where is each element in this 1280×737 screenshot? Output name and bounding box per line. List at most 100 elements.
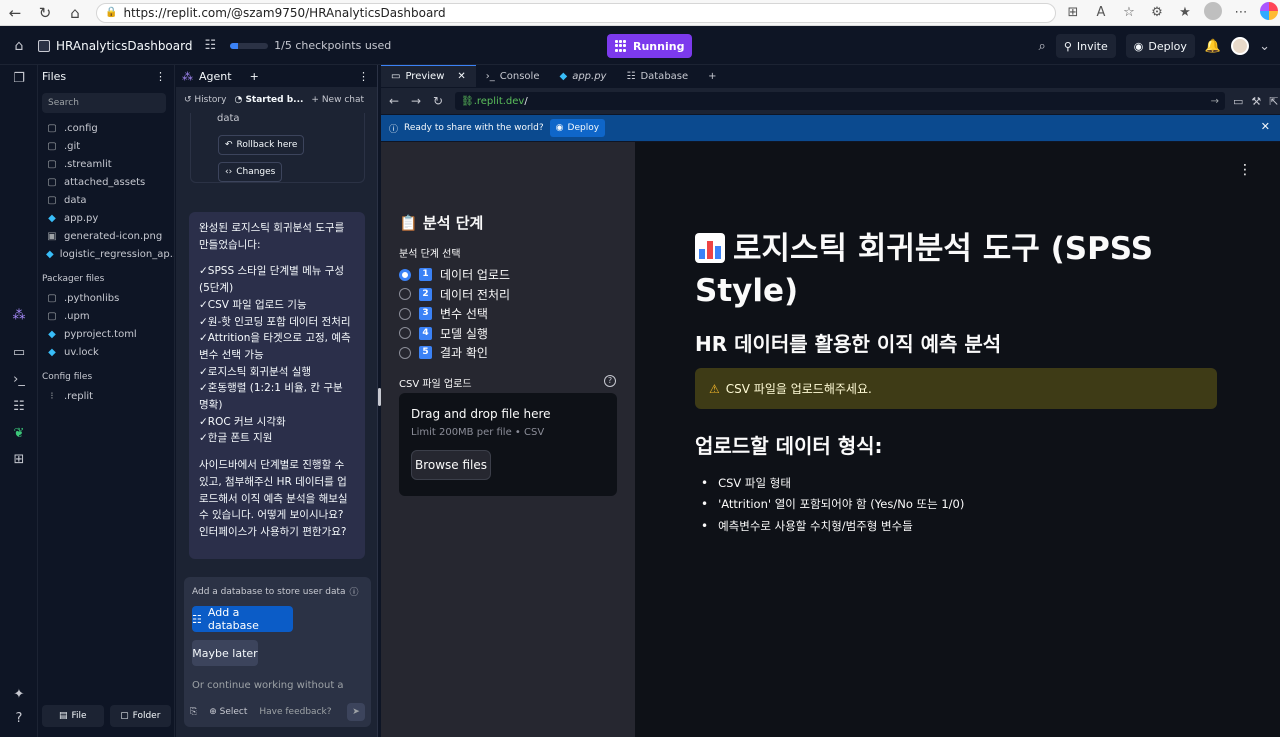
close-icon[interactable]: ✕	[1261, 120, 1270, 133]
rollback-button[interactable]: ↶ Rollback here	[218, 135, 305, 155]
file-tree-item[interactable]: ▣ generated-icon.png	[38, 227, 174, 245]
dropzone-title: Drag and drop file here	[411, 407, 551, 421]
tab-database[interactable]: ☷ Database	[616, 65, 698, 87]
file-tree-item[interactable]: ▢ .upm	[38, 307, 174, 325]
add-database-label: Add a database	[207, 606, 259, 632]
file-tree-item[interactable]: ◆ logistic_regression_ap...	[38, 245, 174, 263]
files-icon[interactable]: ❐	[0, 71, 38, 86]
refresh-icon[interactable]: ↻	[30, 0, 60, 26]
copilot-icon[interactable]	[1258, 1, 1280, 24]
devices-icon[interactable]: ▭	[1233, 95, 1243, 108]
devtools-icon[interactable]: ⚒	[1251, 95, 1261, 108]
sparkle-icon[interactable]: ✦	[0, 687, 38, 702]
step-radio-option[interactable]: 3 변수 선택	[399, 305, 488, 322]
add-tab-icon[interactable]: +	[250, 70, 259, 83]
favorites-bar-icon[interactable]: ★	[1174, 5, 1196, 20]
close-icon[interactable]: ✕	[457, 71, 465, 82]
project-title[interactable]: HRAnalyticsDashboard	[38, 39, 192, 53]
file-tree-item[interactable]: ▢ .git	[38, 137, 174, 155]
invite-button[interactable]: ⚲ Invite	[1055, 34, 1116, 58]
help-icon[interactable]: ?	[0, 711, 38, 726]
step-radio-option[interactable]: 1 데이터 업로드	[399, 266, 510, 283]
help-icon[interactable]: ?	[604, 375, 616, 387]
file-tree-item[interactable]: ▢ .config	[38, 119, 174, 137]
favorite-icon[interactable]: ☆	[1118, 5, 1140, 20]
refresh-icon[interactable]: ↻	[427, 94, 449, 108]
code-icon: ‹›	[225, 167, 233, 177]
message-checklist-item: ✓원-핫 인코딩 포함 데이터 전처리	[199, 315, 351, 328]
new-chat-button[interactable]: + New chat	[311, 95, 364, 105]
current-chat-tab[interactable]: ◔ Started b...	[234, 95, 303, 105]
file-tree-item[interactable]: ▢ attached_assets	[38, 173, 174, 191]
home-icon[interactable]: ⌂	[60, 0, 90, 26]
home-icon[interactable]: ⌂	[0, 38, 38, 54]
console-icon[interactable]: ›_	[0, 372, 38, 387]
running-button[interactable]: Running	[607, 34, 693, 58]
file-tree-item[interactable]: ◆ pyproject.toml	[38, 325, 174, 343]
more-icon[interactable]: ⋮	[358, 70, 369, 83]
files-search-input[interactable]: Search	[42, 93, 166, 113]
agent-icon[interactable]: ⁂	[0, 308, 38, 323]
forward-icon[interactable]: →	[405, 94, 427, 108]
folder-icon: ▢	[47, 176, 57, 188]
back-icon[interactable]: ←	[0, 0, 30, 26]
step-radio-option[interactable]: 5 결과 확인	[399, 344, 488, 361]
file-tree-item[interactable]: ⁝ .replit	[38, 387, 174, 405]
address-bar[interactable]: 🔒 https://replit.com/@szam9750/HRAnalyti…	[96, 2, 1056, 23]
package-file-icon: ◆	[48, 346, 56, 358]
add-database-button[interactable]: ☷ Add a database	[192, 606, 293, 632]
more-icon[interactable]: ⋯	[1230, 5, 1252, 20]
new-chat-label: New chat	[321, 95, 365, 105]
file-tree-item[interactable]: ◆ app.py	[38, 209, 174, 227]
send-icon[interactable]: ➤	[347, 703, 365, 721]
chat-input[interactable]: Or continue working without a	[192, 680, 363, 691]
bell-icon[interactable]: 🔔	[1205, 39, 1221, 54]
read-aloud-icon[interactable]: A	[1090, 5, 1112, 20]
info-icon[interactable]: ⓘ	[350, 585, 359, 598]
more-icon[interactable]: ⋮	[155, 70, 166, 83]
share-deploy-button[interactable]: ◉ Deploy	[549, 119, 606, 137]
select-button[interactable]: ⊕ Select	[209, 707, 247, 717]
step-radio-option[interactable]: 4 모델 실행	[399, 325, 488, 342]
upload-label: CSV 파일 업로드	[399, 379, 472, 390]
back-icon[interactable]: ←	[383, 94, 405, 108]
deploy-button[interactable]: ◉ Deploy	[1125, 34, 1195, 58]
chevron-down-icon[interactable]: ⌄	[1259, 39, 1270, 54]
maybe-later-button[interactable]: Maybe later	[192, 640, 258, 666]
profile-icon[interactable]	[1202, 1, 1224, 24]
all-tools-icon[interactable]: ⊞	[0, 452, 38, 467]
tab-app-py[interactable]: ◆ app.py	[549, 65, 616, 87]
attach-icon[interactable]: ⎘	[190, 707, 197, 717]
go-icon[interactable]: →	[1211, 96, 1219, 107]
add-file-button[interactable]: ▤ File	[42, 705, 104, 727]
search-icon[interactable]: ⌕	[1039, 39, 1046, 54]
extensions-icon[interactable]: ⚙	[1146, 5, 1168, 20]
more-icon[interactable]: ⋮	[1238, 162, 1252, 178]
file-tree-item[interactable]: ◆ uv.lock	[38, 343, 174, 361]
database-icon[interactable]: ☷	[0, 399, 38, 414]
preview-icon[interactable]: ▭	[0, 345, 38, 360]
share-deploy-label: Deploy	[567, 123, 600, 133]
file-dropzone[interactable]: Drag and drop file here Limit 200MB per …	[399, 393, 617, 496]
tab-console[interactable]: ›_ Console	[476, 65, 550, 87]
avatar[interactable]	[1231, 37, 1250, 55]
changes-button[interactable]: ‹› Changes	[218, 162, 283, 182]
tab-preview[interactable]: ▭ Preview ✕	[381, 65, 476, 87]
feedback-link[interactable]: Have feedback?	[259, 707, 331, 717]
add-folder-button[interactable]: ▢ Folder	[109, 705, 171, 727]
packages-icon[interactable]: ❦	[0, 426, 38, 441]
preview-url-input[interactable]: ⛓ .replit.dev / →	[455, 92, 1225, 110]
python-icon: ◆	[48, 212, 56, 224]
database-icon[interactable]: ☷	[204, 38, 216, 53]
step-radio-option[interactable]: 2 데이터 전처리	[399, 286, 510, 303]
add-tab-icon[interactable]: +	[698, 65, 726, 87]
python-icon: ◆	[46, 248, 54, 260]
folder-icon: ▢	[47, 292, 57, 304]
history-button[interactable]: ↺ History	[184, 95, 226, 105]
apps-icon[interactable]: ⊞	[1062, 5, 1084, 20]
browse-files-button[interactable]: Browse files	[411, 450, 491, 480]
file-tree-item[interactable]: ▢ .pythonlibs	[38, 289, 174, 307]
file-tree-item[interactable]: ▢ .streamlit	[38, 155, 174, 173]
file-tree-item[interactable]: ▢ data	[38, 191, 174, 209]
open-new-tab-icon[interactable]: ⇱	[1269, 95, 1278, 108]
